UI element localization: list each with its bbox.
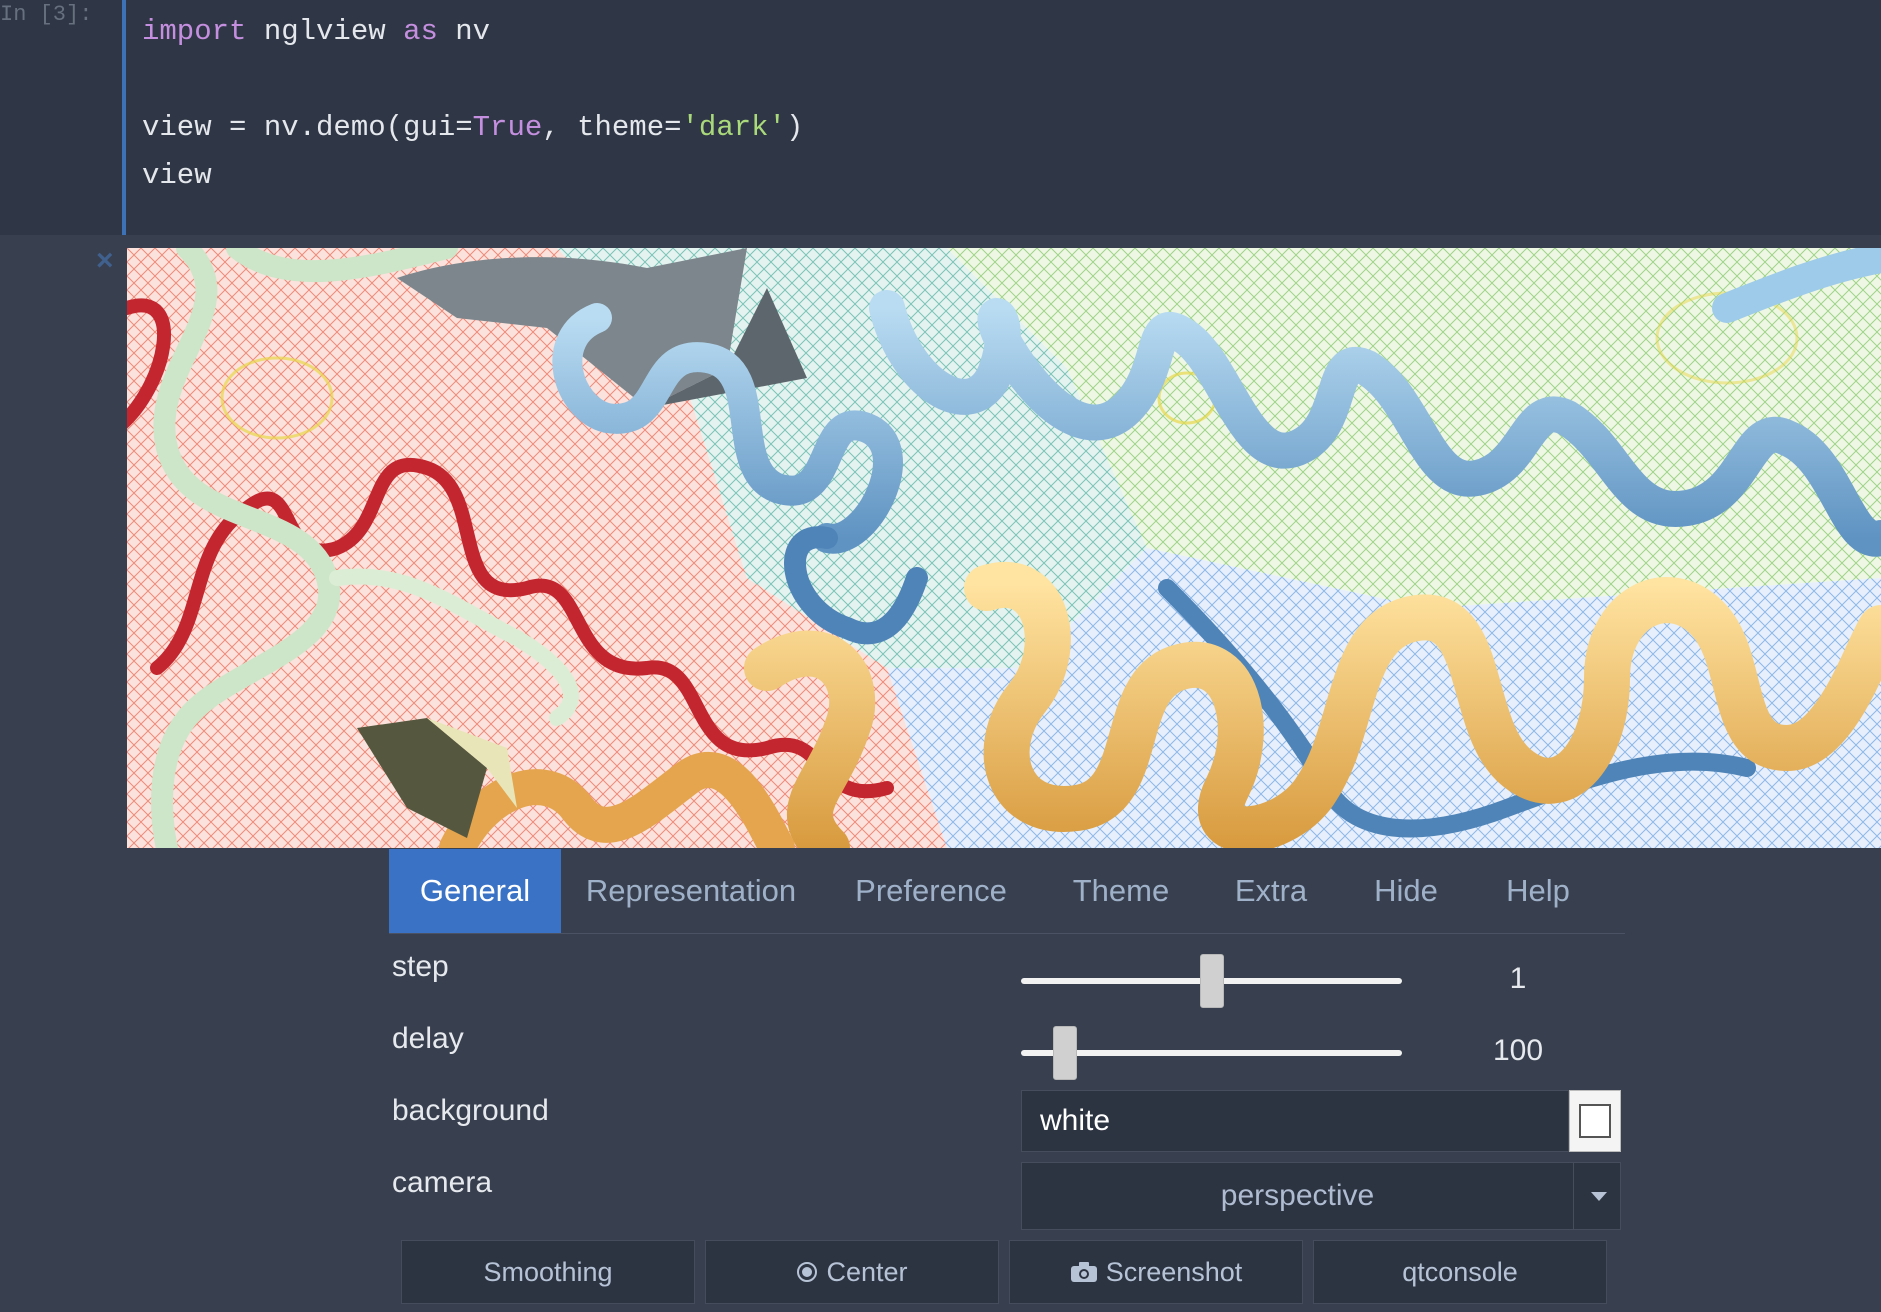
step-value: 1 xyxy=(1509,962,1527,995)
code-token: nglview xyxy=(246,15,404,48)
code-token: , theme= xyxy=(542,111,682,144)
tab-preference[interactable]: Preference xyxy=(821,849,1041,933)
protein-render xyxy=(127,248,1881,848)
qtconsole-button[interactable]: qtconsole xyxy=(1313,1240,1607,1304)
camera-icon xyxy=(1070,1243,1098,1305)
code-line-4: view xyxy=(142,152,803,200)
color-picker-button[interactable] xyxy=(1569,1090,1621,1152)
delay-value: 100 xyxy=(1492,1034,1544,1067)
code-token: view xyxy=(142,159,212,192)
delay-label: delay xyxy=(392,1022,464,1055)
slider-handle[interactable] xyxy=(1199,954,1224,1008)
screenshot-label: Screenshot xyxy=(1105,1257,1243,1287)
chevron-down-icon[interactable] xyxy=(1591,1192,1607,1201)
background-color-input[interactable]: white xyxy=(1021,1090,1569,1152)
code-editor[interactable]: import nglview as nv​view = nv.demo(gui=… xyxy=(142,8,803,200)
smoothing-label: Smoothing xyxy=(483,1257,613,1287)
slider-track xyxy=(1021,1050,1402,1056)
bullseye-icon xyxy=(796,1243,818,1305)
qtconsole-label: qtconsole xyxy=(1402,1257,1518,1287)
step-label: step xyxy=(392,950,449,983)
literal-true: True xyxy=(472,111,543,144)
code-cell[interactable]: In [3]: import nglview as nv​view = nv.d… xyxy=(0,0,1881,235)
keyword-as: as xyxy=(403,15,438,48)
delay-slider[interactable] xyxy=(1021,1026,1402,1080)
tab-general[interactable]: General xyxy=(389,849,561,933)
code-token: nv xyxy=(437,15,491,48)
code-line-1: import nglview as nv xyxy=(142,8,803,56)
center-label: Center xyxy=(826,1257,908,1287)
gui-tabbar: General Representation Preference Theme … xyxy=(389,849,1625,934)
tab-help[interactable]: Help xyxy=(1471,849,1605,933)
code-token: ) xyxy=(785,111,804,144)
camera-label: camera xyxy=(392,1166,493,1199)
code-line-2: ​ xyxy=(142,56,803,104)
code-token: view = nv.demo(gui= xyxy=(142,111,473,144)
molecule-viewer-canvas[interactable] xyxy=(127,248,1881,848)
tab-extra[interactable]: Extra xyxy=(1201,849,1341,933)
close-output-icon[interactable]: × xyxy=(96,244,114,278)
camera-selected-value: perspective xyxy=(1220,1179,1375,1212)
string-literal: 'dark' xyxy=(681,111,786,144)
background-label: background xyxy=(392,1094,549,1127)
smoothing-button[interactable]: Smoothing xyxy=(401,1240,695,1304)
screenshot-button[interactable]: Screenshot xyxy=(1009,1240,1303,1304)
tab-representation[interactable]: Representation xyxy=(561,849,821,933)
tab-theme[interactable]: Theme xyxy=(1041,849,1201,933)
input-prompt: In [3]: xyxy=(0,2,93,27)
keyword-import: import xyxy=(142,15,247,48)
camera-select[interactable]: perspective xyxy=(1021,1162,1621,1230)
tab-hide[interactable]: Hide xyxy=(1341,849,1471,933)
color-swatch xyxy=(1579,1104,1611,1138)
select-divider xyxy=(1573,1163,1574,1229)
slider-handle[interactable] xyxy=(1052,1026,1077,1080)
code-line-3: view = nv.demo(gui=True, theme='dark') xyxy=(142,104,803,152)
cell-selection-bar xyxy=(122,0,126,235)
step-slider[interactable] xyxy=(1021,954,1402,1008)
center-button[interactable]: Center xyxy=(705,1240,999,1304)
